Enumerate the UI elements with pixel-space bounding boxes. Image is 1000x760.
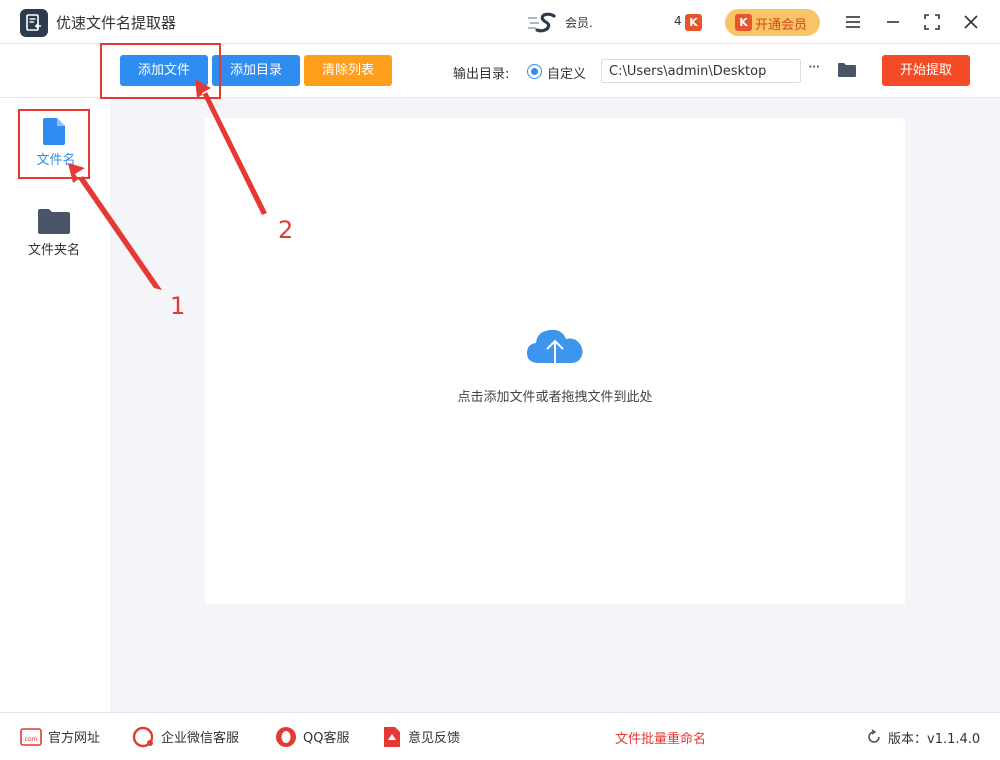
sidebar-item-foldername[interactable]: 文件夹名: [18, 198, 90, 268]
vip-k-icon: K: [735, 14, 752, 31]
app-logo-icon: [20, 9, 48, 37]
brand-s-logo-icon: [528, 12, 556, 33]
version-label: 版本：v1.1.4.0: [888, 732, 981, 747]
file-icon: [43, 118, 65, 145]
add-directory-button[interactable]: 添加目录: [212, 55, 300, 86]
menu-icon[interactable]: [843, 12, 863, 32]
output-dir-label: 输出目录:: [453, 67, 510, 82]
more-options-button[interactable]: ···: [808, 58, 820, 76]
custom-radio-label[interactable]: 自定义: [547, 63, 586, 82]
svg-text:com: com: [25, 736, 38, 743]
website-icon: com: [20, 728, 42, 746]
user-name[interactable]: 会员.: [565, 14, 593, 31]
qq-service-link[interactable]: QQ客服: [303, 727, 349, 746]
drop-hint-text: 点击添加文件或者拖拽文件到此处: [457, 390, 653, 405]
app-title: 优速文件名提取器: [56, 14, 177, 32]
open-vip-button[interactable]: K 开通会员: [725, 9, 820, 36]
footer: com 官方网址 企业微信客服 QQ客服 意见反馈 文件批量重命名 版本：v1.…: [0, 712, 1000, 760]
clear-list-button[interactable]: 清除列表: [304, 55, 392, 86]
wechat-service-icon: [132, 726, 154, 748]
file-drop-area[interactable]: 点击添加文件或者拖拽文件到此处: [205, 118, 905, 604]
sidebar-item-filename[interactable]: 文件名: [18, 109, 90, 179]
start-extract-button[interactable]: 开始提取: [882, 55, 970, 86]
custom-radio[interactable]: [527, 64, 542, 79]
annotation-step-1: 1: [170, 292, 186, 320]
browse-folder-icon[interactable]: [837, 61, 857, 79]
maximize-icon[interactable]: [922, 12, 942, 32]
add-file-button[interactable]: 添加文件: [120, 55, 208, 86]
feedback-link[interactable]: 意见反馈: [408, 727, 460, 746]
official-website-link[interactable]: 官方网址: [48, 727, 100, 746]
annotation-step-2: 2: [278, 216, 294, 244]
minimize-icon[interactable]: [883, 12, 903, 32]
k-coin-icon: K: [685, 14, 702, 31]
output-path-input[interactable]: [601, 59, 801, 83]
refresh-icon[interactable]: [866, 729, 882, 745]
folder-icon: [38, 209, 70, 234]
vip-label: 开通会员: [755, 18, 808, 33]
sidebar: 文件名 文件夹名: [0, 98, 110, 712]
close-icon[interactable]: [961, 12, 981, 32]
sidebar-item-label: 文件名: [36, 153, 76, 168]
title-bar: 优速文件名提取器 会员. 4 K K 开通会员: [0, 0, 1000, 44]
batch-rename-link[interactable]: 文件批量重命名: [615, 728, 706, 747]
toolbar: 添加文件 添加目录 清除列表 输出目录: 自定义 ··· 开始提取: [0, 44, 1000, 98]
sidebar-item-label: 文件夹名: [27, 243, 80, 258]
wechat-service-link[interactable]: 企业微信客服: [161, 727, 239, 746]
k-count: 4: [674, 14, 682, 28]
qq-icon: [276, 727, 296, 747]
cloud-upload-icon: [527, 329, 583, 373]
feedback-icon: [384, 727, 400, 747]
